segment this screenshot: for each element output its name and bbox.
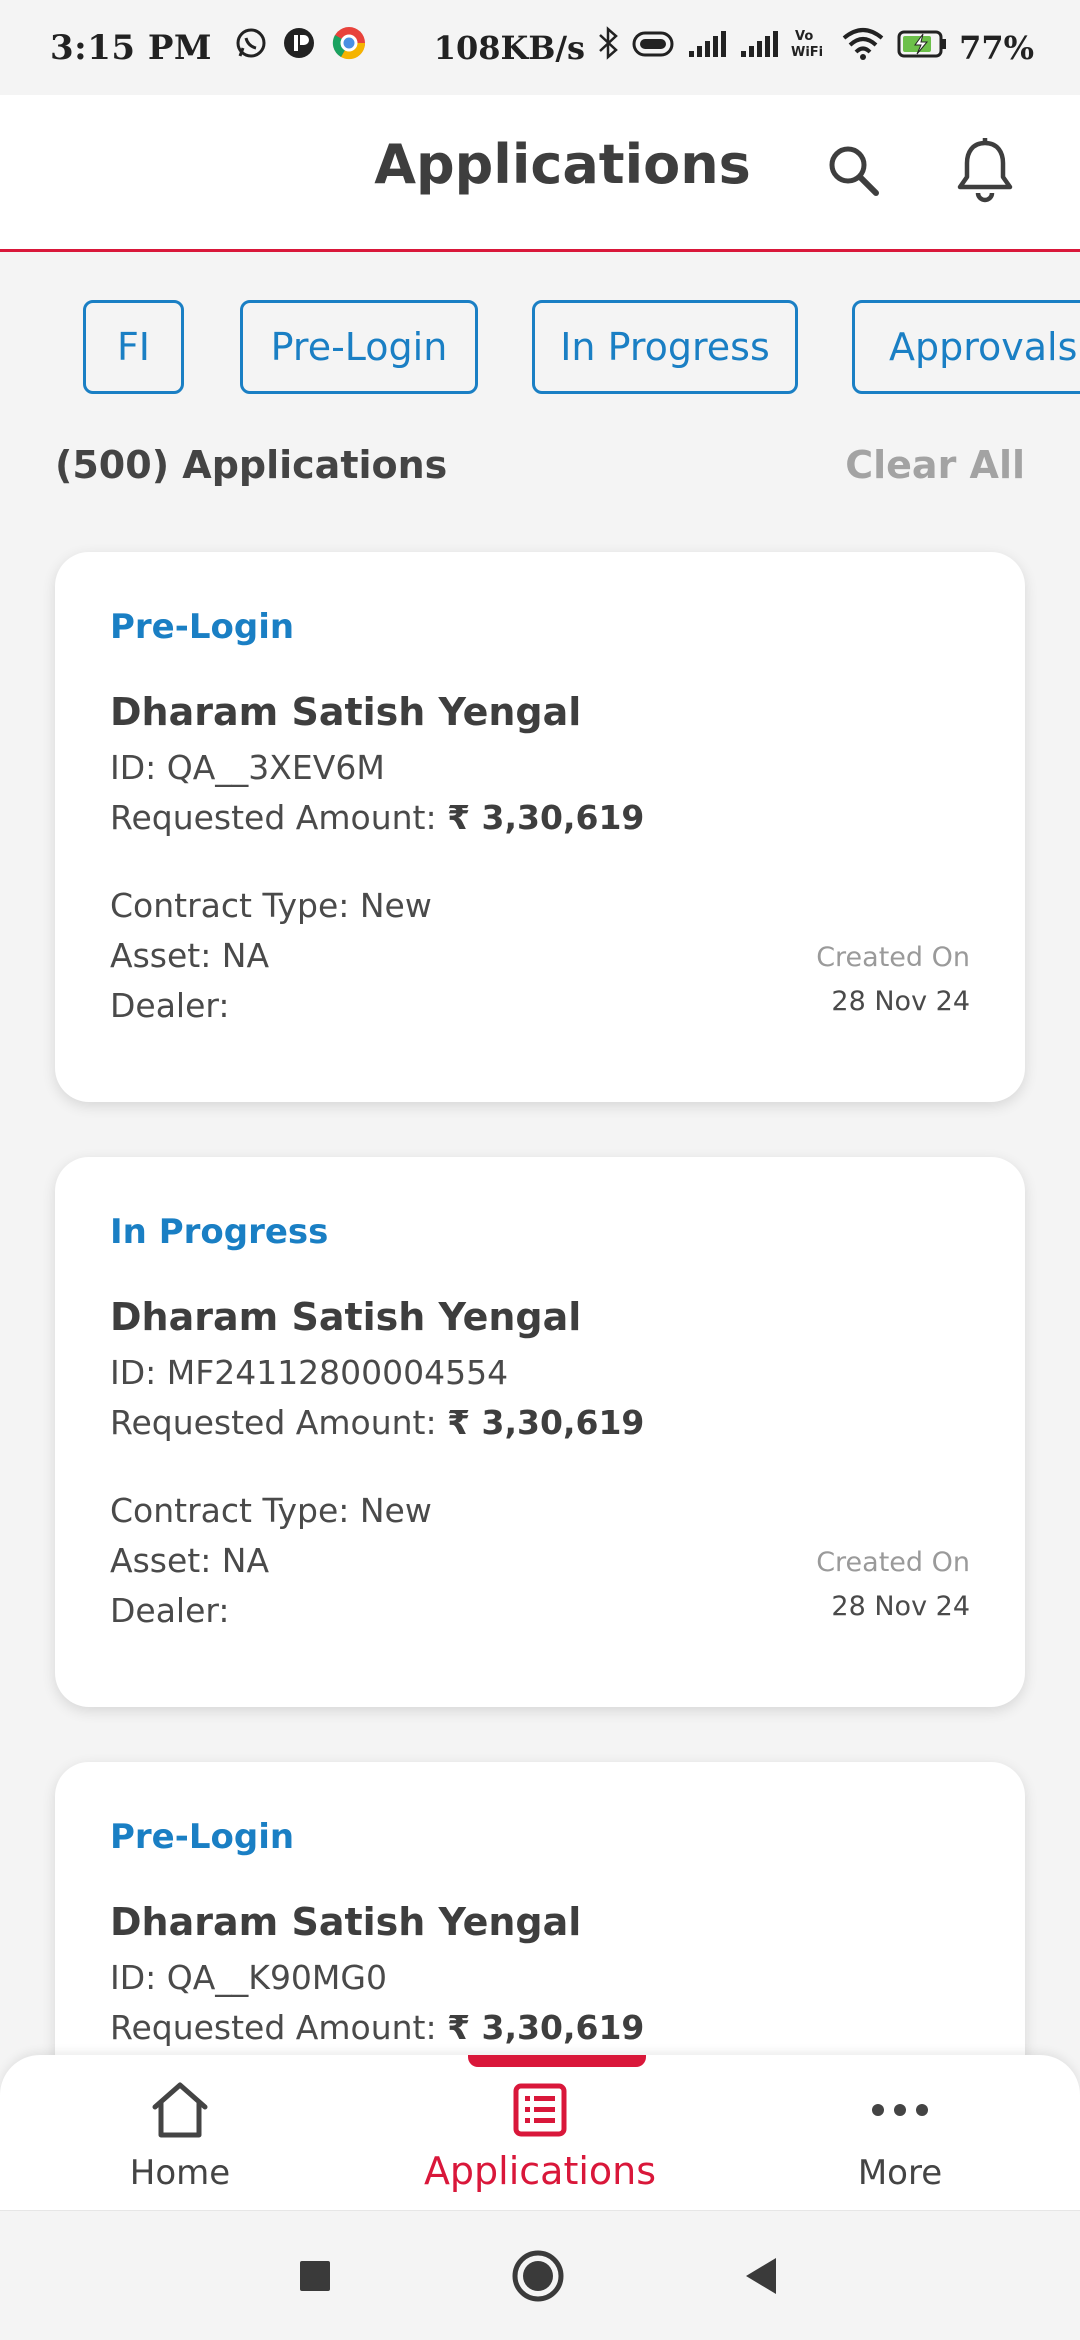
dealer: Dealer:: [110, 986, 230, 1025]
system-nav-bar: [0, 2210, 1080, 2340]
page-title: Applications: [374, 133, 751, 196]
system-home-button[interactable]: [511, 2249, 565, 2307]
status-time: 3:15 PM: [50, 27, 213, 68]
app-icon: [282, 26, 316, 69]
applicant-name: Dharam Satish Yengal: [110, 1900, 582, 1944]
application-status: Pre-Login: [110, 607, 295, 647]
recent-apps-icon: [298, 2259, 332, 2297]
filter-chip-pre-login[interactable]: Pre-Login: [240, 300, 478, 394]
more-icon: [780, 2079, 1020, 2141]
applications-icon: [420, 2079, 660, 2141]
filter-chips: FI Pre-Login In Progress Approvals: [0, 252, 1080, 422]
requested-amount-label: Requested Amount:: [110, 798, 448, 837]
filter-chip-fi[interactable]: FI: [83, 300, 184, 394]
search-icon: [824, 141, 882, 203]
bottom-nav: Home Applications More: [0, 2055, 1080, 2210]
nav-label-applications: Applications: [423, 2149, 657, 2193]
requested-amount: Requested Amount: ₹ 3,30,619: [110, 2008, 644, 2047]
back-button[interactable]: [734, 2251, 788, 2305]
application-status: In Progress: [110, 1212, 329, 1252]
status-bar-left: 3:15 PM: [50, 24, 368, 71]
filter-chip-in-progress[interactable]: In Progress: [532, 300, 798, 394]
nav-label-home: Home: [129, 2153, 231, 2193]
signal-icon: [687, 28, 727, 68]
filter-chip-approvals[interactable]: Approvals: [852, 300, 1080, 394]
created-on-label: Created On: [816, 942, 970, 973]
whatsapp-icon: [234, 26, 268, 69]
requested-amount-label: Requested Amount:: [110, 1403, 448, 1442]
nav-item-more[interactable]: More: [780, 2079, 1020, 2193]
dealer: Dealer:: [110, 1591, 230, 1630]
bluetooth-icon: [597, 26, 619, 69]
applications-count: (500) Applications: [55, 443, 448, 487]
status-bar-right: 108KB/s Vo WiFi 77%: [434, 26, 1034, 69]
requested-amount: Requested Amount: ₹ 3,30,619: [110, 1403, 644, 1442]
created-on-date: 28 Nov 24: [831, 1591, 970, 1622]
application-id: ID: QA__3XEV6M: [110, 748, 385, 787]
applicant-name: Dharam Satish Yengal: [110, 690, 582, 734]
svg-text:Vo: Vo: [795, 29, 813, 44]
requested-amount-label: Requested Amount:: [110, 2008, 448, 2047]
back-icon: [742, 2256, 780, 2300]
wifi-icon: [841, 26, 885, 69]
search-button[interactable]: [818, 137, 888, 207]
requested-amount: Requested Amount: ₹ 3,30,619: [110, 798, 644, 837]
summary-row: (500) Applications Clear All: [55, 435, 1025, 495]
battery-charging-icon: [897, 28, 947, 68]
contract-type: Contract Type: New: [110, 1491, 432, 1530]
vowifi-icon: Vo WiFi: [791, 26, 829, 69]
active-tab-indicator: [468, 2055, 646, 2067]
notifications-button[interactable]: [950, 137, 1020, 207]
application-card[interactable]: In Progress Dharam Satish Yengal ID: MF2…: [55, 1157, 1025, 1707]
vibrate-icon: [631, 28, 675, 68]
application-card[interactable]: Pre-Login Dharam Satish Yengal ID: QA__3…: [55, 552, 1025, 1102]
svg-text:WiFi: WiFi: [791, 45, 823, 60]
bell-icon: [954, 137, 1016, 207]
recent-apps-button[interactable]: [288, 2251, 342, 2305]
nav-item-applications[interactable]: Applications: [420, 2079, 660, 2193]
status-bar: 3:15 PM 108KB/s Vo WiFi 77%: [0, 0, 1080, 95]
requested-amount-value: ₹ 3,30,619: [447, 1403, 645, 1442]
clear-all-button[interactable]: Clear All: [845, 443, 1025, 487]
application-id: ID: MF24112800004554: [110, 1353, 509, 1392]
created-on-label: Created On: [816, 1547, 970, 1578]
home-circle-icon: [511, 2249, 565, 2307]
requested-amount-value: ₹ 3,30,619: [447, 798, 645, 837]
applicant-name: Dharam Satish Yengal: [110, 1295, 582, 1339]
chrome-icon: [330, 24, 368, 71]
nav-item-home[interactable]: Home: [60, 2079, 300, 2193]
asset: Asset: NA: [110, 1541, 270, 1580]
asset: Asset: NA: [110, 936, 270, 975]
battery-percent: 77%: [959, 28, 1034, 67]
nav-label-more: More: [857, 2153, 943, 2193]
application-status: Pre-Login: [110, 1817, 295, 1857]
created-on-date: 28 Nov 24: [831, 986, 970, 1017]
contract-type: Contract Type: New: [110, 886, 432, 925]
application-id: ID: QA__K90MG0: [110, 1958, 387, 1997]
network-speed: 108KB/s: [433, 28, 586, 67]
app-header: Applications: [0, 95, 1080, 252]
requested-amount-value: ₹ 3,30,619: [447, 2008, 645, 2047]
signal-icon: [739, 28, 779, 68]
home-icon: [60, 2079, 300, 2141]
